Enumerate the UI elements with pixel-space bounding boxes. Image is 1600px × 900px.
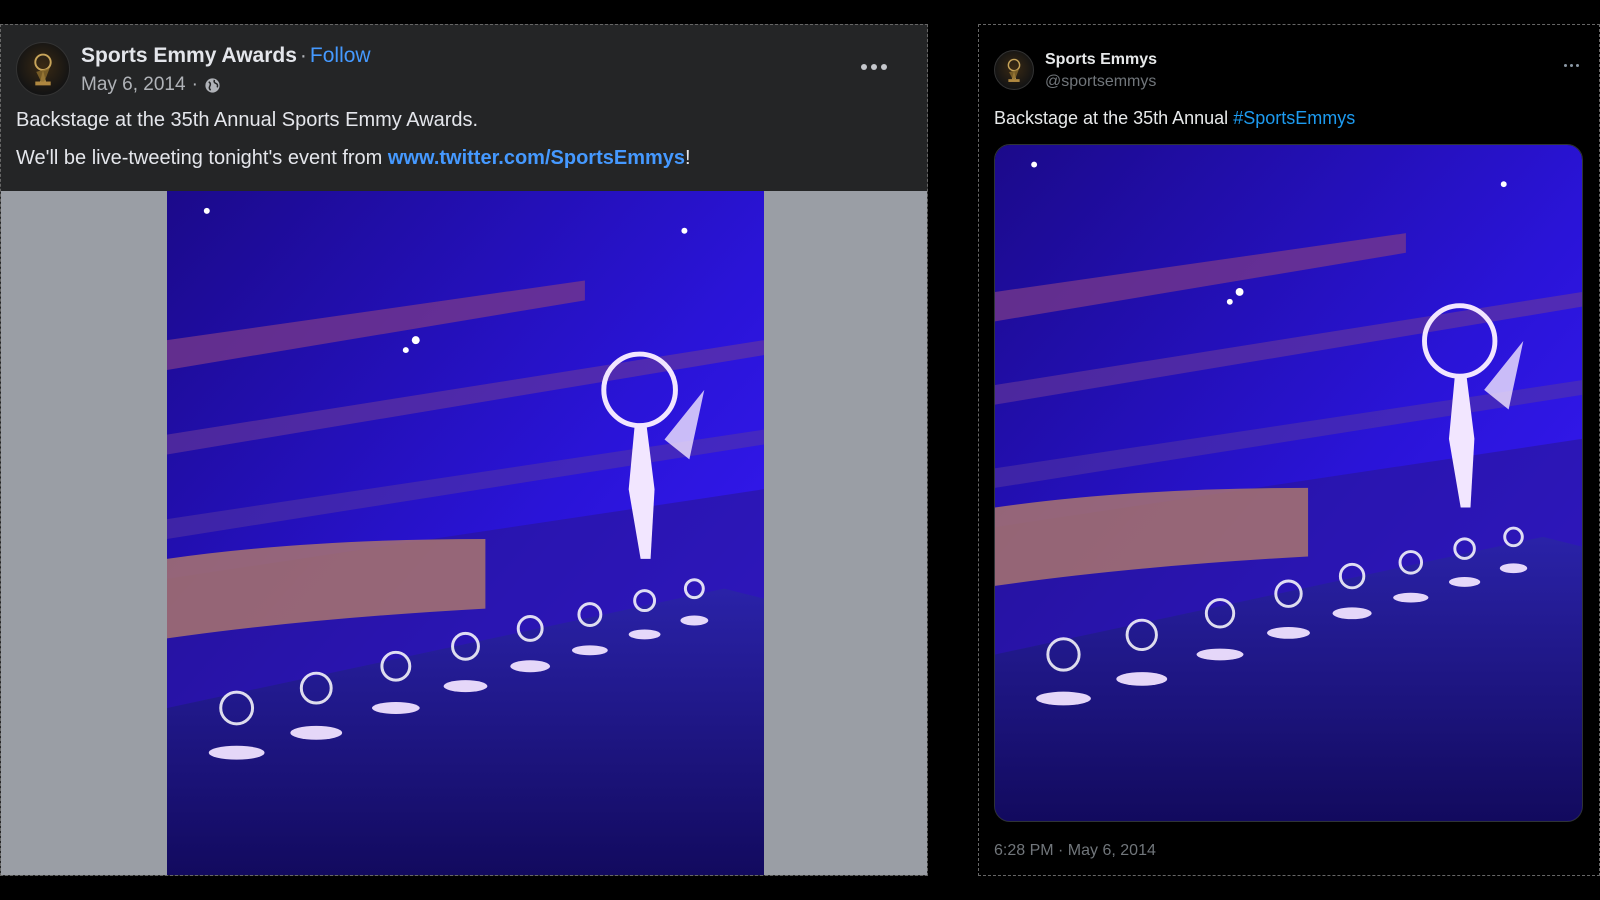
author-name[interactable]: Sports Emmy Awards: [81, 44, 297, 67]
tweet-text: Backstage at the 35th Annual #SportsEmmy…: [994, 108, 1355, 129]
display-name[interactable]: Sports Emmys: [1045, 51, 1157, 69]
globe-icon: [204, 77, 221, 94]
hashtag-link[interactable]: #SportsEmmys: [1233, 108, 1355, 128]
post-date[interactable]: May 6, 2014: [81, 74, 186, 96]
emmy-stage-photo: [167, 191, 764, 875]
post-photo[interactable]: [167, 191, 764, 875]
emmy-logo-icon: [34, 53, 52, 86]
follow-button[interactable]: Follow: [310, 44, 371, 67]
post-text-prefix: We'll be live-tweeting tonight's event f…: [16, 147, 388, 169]
emmy-logo-icon: [1007, 58, 1021, 82]
twitter-link[interactable]: www.twitter.com/SportsEmmys: [388, 147, 685, 169]
post-text-suffix: !: [685, 147, 691, 169]
avatar[interactable]: [994, 50, 1034, 90]
post-author-line: Sports Emmy Awards · Follow: [81, 44, 371, 68]
more-horizontal-icon[interactable]: [857, 55, 891, 79]
post-text-line-1: Backstage at the 35th Annual Sports Emmy…: [16, 109, 479, 131]
post-text-line-2: We'll be live-tweeting tonight's event f…: [16, 147, 691, 170]
tweet-text-prefix: Backstage at the 35th Annual: [994, 108, 1234, 128]
more-horizontal-icon[interactable]: [1559, 55, 1583, 75]
separator: ·: [299, 44, 307, 67]
user-handle[interactable]: @sportsemmys: [1045, 73, 1156, 91]
avatar[interactable]: [16, 42, 70, 96]
facebook-post-header: Sports Emmy Awards · Follow May 6, 2014 · …: [1, 25, 927, 191]
emmy-stage-photo: [995, 145, 1582, 821]
tweet-photo[interactable]: [994, 144, 1583, 822]
tweet-timestamp[interactable]: 6:28 PM · May 6, 2014: [994, 842, 1156, 860]
separator: ·: [191, 74, 198, 95]
twitter-post-card: Sports Emmys @sportsemmys Backstage at t…: [978, 24, 1600, 876]
post-meta: May 6, 2014 ·: [81, 74, 221, 96]
facebook-post-card: Sports Emmy Awards · Follow May 6, 2014 · …: [0, 24, 928, 876]
post-media-area: [1, 191, 927, 875]
